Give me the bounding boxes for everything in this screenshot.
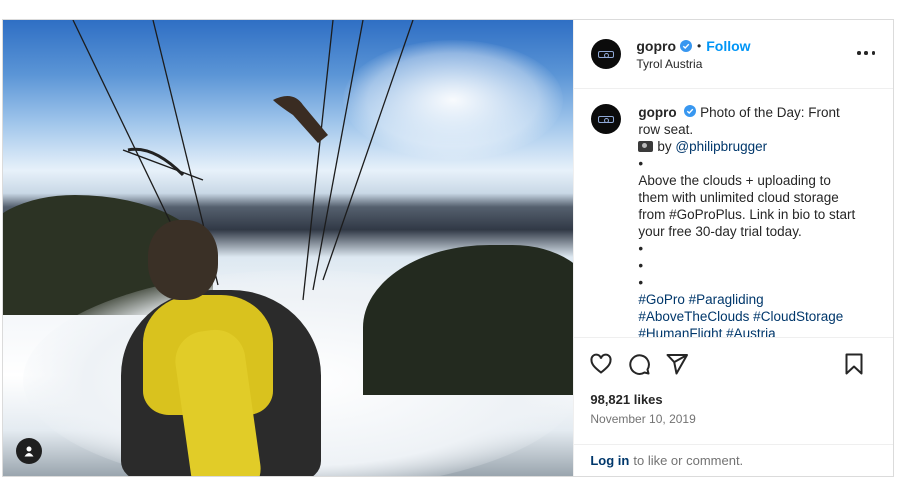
post-caption: gopro Photo of the Day: Front row seat. … [574, 89, 893, 338]
login-text: to like or comment. [633, 453, 744, 468]
login-prompt: Log in to like or comment. [574, 444, 893, 476]
post-sidebar: gopro • Follow Tyrol Austria gopro Photo… [573, 20, 893, 476]
instagram-post: gopro • Follow Tyrol Austria gopro Photo… [2, 19, 894, 477]
action-bar [574, 338, 893, 390]
photo-pilot-head [148, 220, 218, 300]
heart-icon[interactable] [588, 351, 614, 377]
header-username[interactable]: gopro [636, 38, 676, 54]
caption-bullet: • [638, 275, 644, 290]
caption-bullet: • [638, 156, 644, 171]
more-horizontal-icon[interactable] [857, 43, 875, 63]
caption-avatar[interactable] [591, 104, 622, 134]
post-location[interactable]: Tyrol Austria [636, 57, 750, 71]
camera-icon [638, 141, 654, 152]
post-photo[interactable] [3, 20, 574, 476]
tagged-user-icon[interactable] [16, 438, 42, 464]
comment-icon[interactable] [626, 351, 652, 377]
follow-button[interactable]: Follow [706, 38, 750, 54]
hashtags-line[interactable]: #HumanFlight #Austria [638, 325, 860, 337]
likes-count[interactable]: 98,821 likes [574, 390, 893, 407]
gopro-logo-icon [598, 115, 615, 123]
gopro-logo-icon [598, 50, 615, 58]
caption-username[interactable]: gopro [638, 105, 676, 120]
verified-badge-icon [684, 105, 697, 117]
caption-bullet: • [638, 258, 644, 273]
verified-badge-icon [680, 39, 693, 52]
credit-prefix: by [657, 139, 672, 154]
hashtags-line[interactable]: #GoPro #Paragliding [638, 291, 860, 308]
hashtags-line[interactable]: #AboveTheClouds #CloudStorage [638, 308, 860, 325]
header-separator: • [697, 38, 702, 53]
share-icon[interactable] [664, 351, 690, 377]
bookmark-icon[interactable] [841, 351, 867, 377]
post-header: gopro • Follow Tyrol Austria [574, 20, 893, 89]
gopro-avatar[interactable] [591, 39, 622, 69]
credit-handle-link[interactable]: @philipbrugger [675, 139, 767, 154]
post-date: November 10, 2019 [590, 412, 696, 426]
caption-bullet: • [638, 241, 644, 256]
caption-body: Above the clouds + uploading to them wit… [638, 173, 856, 239]
login-link[interactable]: Log in [590, 453, 629, 468]
